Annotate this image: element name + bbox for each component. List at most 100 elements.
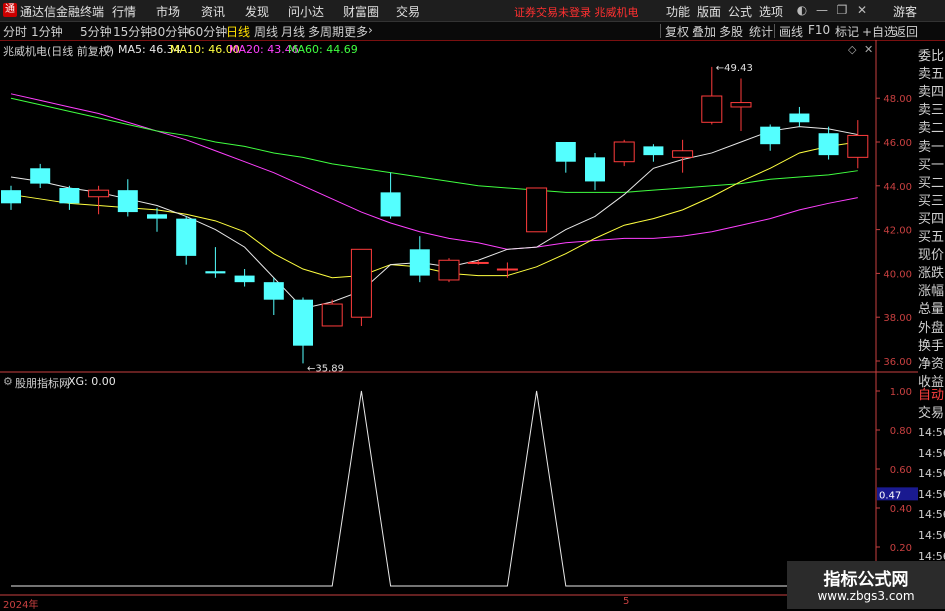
quote-field-label: 买一 bbox=[918, 157, 945, 173]
price-tick-label: 38.00 bbox=[883, 313, 912, 324]
candle-body bbox=[263, 282, 284, 300]
btn-tongji[interactable]: 统计 bbox=[749, 23, 773, 40]
sub-tick-label: 0.80 bbox=[890, 426, 912, 437]
quote-field-label: 外盘 bbox=[918, 320, 945, 336]
close-icon[interactable]: ✕ bbox=[853, 2, 871, 18]
trade-label[interactable]: 交易 bbox=[918, 402, 945, 421]
quote-field-label: 卖五 bbox=[918, 67, 945, 83]
tick-time: 14:56 bbox=[918, 487, 945, 501]
candle-body bbox=[321, 303, 343, 327]
quote-field-label: 卖三 bbox=[918, 103, 945, 119]
period-5min[interactable]: 5分钟 bbox=[80, 23, 112, 40]
ma5-line bbox=[10, 126, 858, 309]
period-daily[interactable]: 日线 bbox=[226, 23, 250, 40]
menu-caifuquan[interactable]: 财富圈 bbox=[343, 3, 379, 20]
quote-field-label: 换手 bbox=[918, 338, 945, 354]
quote-field-label: 现价 bbox=[918, 248, 945, 264]
btn-biaoji[interactable]: 标记 bbox=[835, 23, 859, 40]
price-tick-label: 48.00 bbox=[883, 94, 912, 105]
sub-tick-label: 0.60 bbox=[890, 465, 912, 476]
btn-add-watchlist[interactable]: +自选 bbox=[862, 23, 896, 40]
btn-fanhui[interactable]: 返回 bbox=[894, 23, 918, 40]
price-tick-label: 36.00 bbox=[883, 357, 912, 368]
period-monthly[interactable]: 月线 bbox=[281, 23, 305, 40]
sub-tick-label: 1.00 bbox=[890, 387, 912, 398]
sub-tick-label: 0.40 bbox=[890, 504, 912, 515]
period-more[interactable]: 更多 bbox=[344, 23, 368, 40]
sub-axis: 1.00 0.80 0.60 0.40 0.20 0.47 bbox=[876, 387, 918, 554]
quote-field-label: 买三 bbox=[918, 193, 945, 209]
high-price-marker: ←49.43 bbox=[716, 63, 753, 74]
menu-jiaoyi[interactable]: 交易 bbox=[396, 3, 420, 20]
trade-login-warning[interactable]: 证券交易未登录 兆威机电 bbox=[514, 4, 639, 20]
candles: ←49.43 ←35.89 bbox=[1, 63, 869, 374]
candle-body bbox=[438, 259, 460, 281]
quote-field-label: 买五 bbox=[918, 230, 945, 245]
watermark: 指标公式网 www.zbgs3.com bbox=[787, 561, 945, 609]
app-title: 通达信金融终端 bbox=[20, 5, 105, 19]
menu-youke[interactable]: 游客 bbox=[893, 3, 917, 20]
divider bbox=[774, 24, 775, 38]
menu-shichang[interactable]: 市场 bbox=[156, 3, 180, 20]
ma-lines bbox=[10, 93, 858, 309]
period-multi[interactable]: 多周期 bbox=[308, 23, 344, 40]
ma10-line bbox=[10, 141, 858, 279]
watermark-url: www.zbgs3.com bbox=[817, 589, 915, 603]
menu-zixun[interactable]: 资讯 bbox=[201, 3, 225, 20]
candle-body bbox=[789, 113, 810, 123]
period-fenshi[interactable]: 分时 bbox=[3, 23, 27, 40]
ma60-line bbox=[10, 97, 858, 193]
divider bbox=[660, 24, 661, 38]
candle-body bbox=[585, 157, 605, 182]
candle-body bbox=[293, 299, 313, 346]
period-weekly[interactable]: 周线 bbox=[254, 23, 278, 40]
kline-chart[interactable]: ←49.43 ←35.89 48.00 46.00 44.00 42.00 40.00 38… bbox=[0, 40, 918, 609]
btn-fuquan[interactable]: 复权 bbox=[665, 23, 689, 40]
candle-body bbox=[496, 268, 518, 271]
candle-body bbox=[526, 187, 548, 233]
quote-field-label: 净资 bbox=[918, 356, 945, 372]
period-30min[interactable]: 30分钟 bbox=[150, 23, 189, 40]
candle-body bbox=[205, 271, 226, 274]
menu-faxian[interactable]: 发现 bbox=[245, 3, 269, 20]
candle-body bbox=[350, 248, 372, 318]
auto-trade-toggle[interactable]: 自动 bbox=[918, 384, 945, 403]
tick-time: 14:56 bbox=[918, 508, 945, 522]
period-60min[interactable]: 60分钟 bbox=[188, 23, 227, 40]
watermark-title: 指标公式网 bbox=[823, 570, 909, 590]
menu-wenxiaoda[interactable]: 问小达 bbox=[288, 3, 324, 20]
period-15min[interactable]: 15分钟 bbox=[113, 23, 152, 40]
quote-field-label: 卖二 bbox=[918, 121, 945, 137]
btn-diejia[interactable]: 叠加 bbox=[692, 23, 716, 40]
menu-gongshi[interactable]: 公式 bbox=[728, 3, 752, 20]
xg-indicator bbox=[11, 390, 858, 587]
candle-body bbox=[88, 189, 110, 198]
candle-body bbox=[30, 168, 51, 184]
menu-banmian[interactable]: 版面 bbox=[697, 3, 721, 20]
minimize-icon[interactable]: — bbox=[813, 2, 831, 18]
restore-icon[interactable]: ❐ bbox=[833, 2, 851, 18]
candle-body bbox=[176, 218, 197, 256]
price-tick-label: 44.00 bbox=[883, 182, 912, 193]
theme-icon[interactable]: ◐ bbox=[793, 2, 811, 18]
period-1min[interactable]: 1分钟 bbox=[31, 23, 63, 40]
quote-field-label: 卖一 bbox=[918, 139, 945, 155]
candle-body bbox=[730, 102, 752, 108]
quote-field-label: 委比 bbox=[918, 49, 945, 64]
candle-body bbox=[147, 214, 167, 219]
quote-field-label: 涨幅 bbox=[918, 284, 945, 300]
quote-field-label: 涨跌 bbox=[918, 266, 945, 282]
btn-duogu[interactable]: 多股 bbox=[719, 23, 743, 40]
candle-body bbox=[380, 192, 401, 217]
quote-field-label: 买二 bbox=[918, 175, 945, 191]
date-axis-mark: 5 bbox=[623, 596, 630, 607]
menu-xuanxiang[interactable]: 选项 bbox=[759, 3, 783, 20]
chevron-right-icon[interactable]: › bbox=[368, 23, 373, 37]
sub-tick-label: 0.20 bbox=[890, 543, 912, 554]
menu-hangqing[interactable]: 行情 bbox=[112, 3, 136, 20]
btn-huaxian[interactable]: 画线 bbox=[779, 23, 803, 40]
quote-field-label: 总量 bbox=[918, 302, 945, 318]
menu-gongneng[interactable]: 功能 bbox=[666, 3, 690, 20]
btn-f10[interactable]: F10 bbox=[808, 23, 830, 37]
candle-body bbox=[1, 190, 21, 204]
